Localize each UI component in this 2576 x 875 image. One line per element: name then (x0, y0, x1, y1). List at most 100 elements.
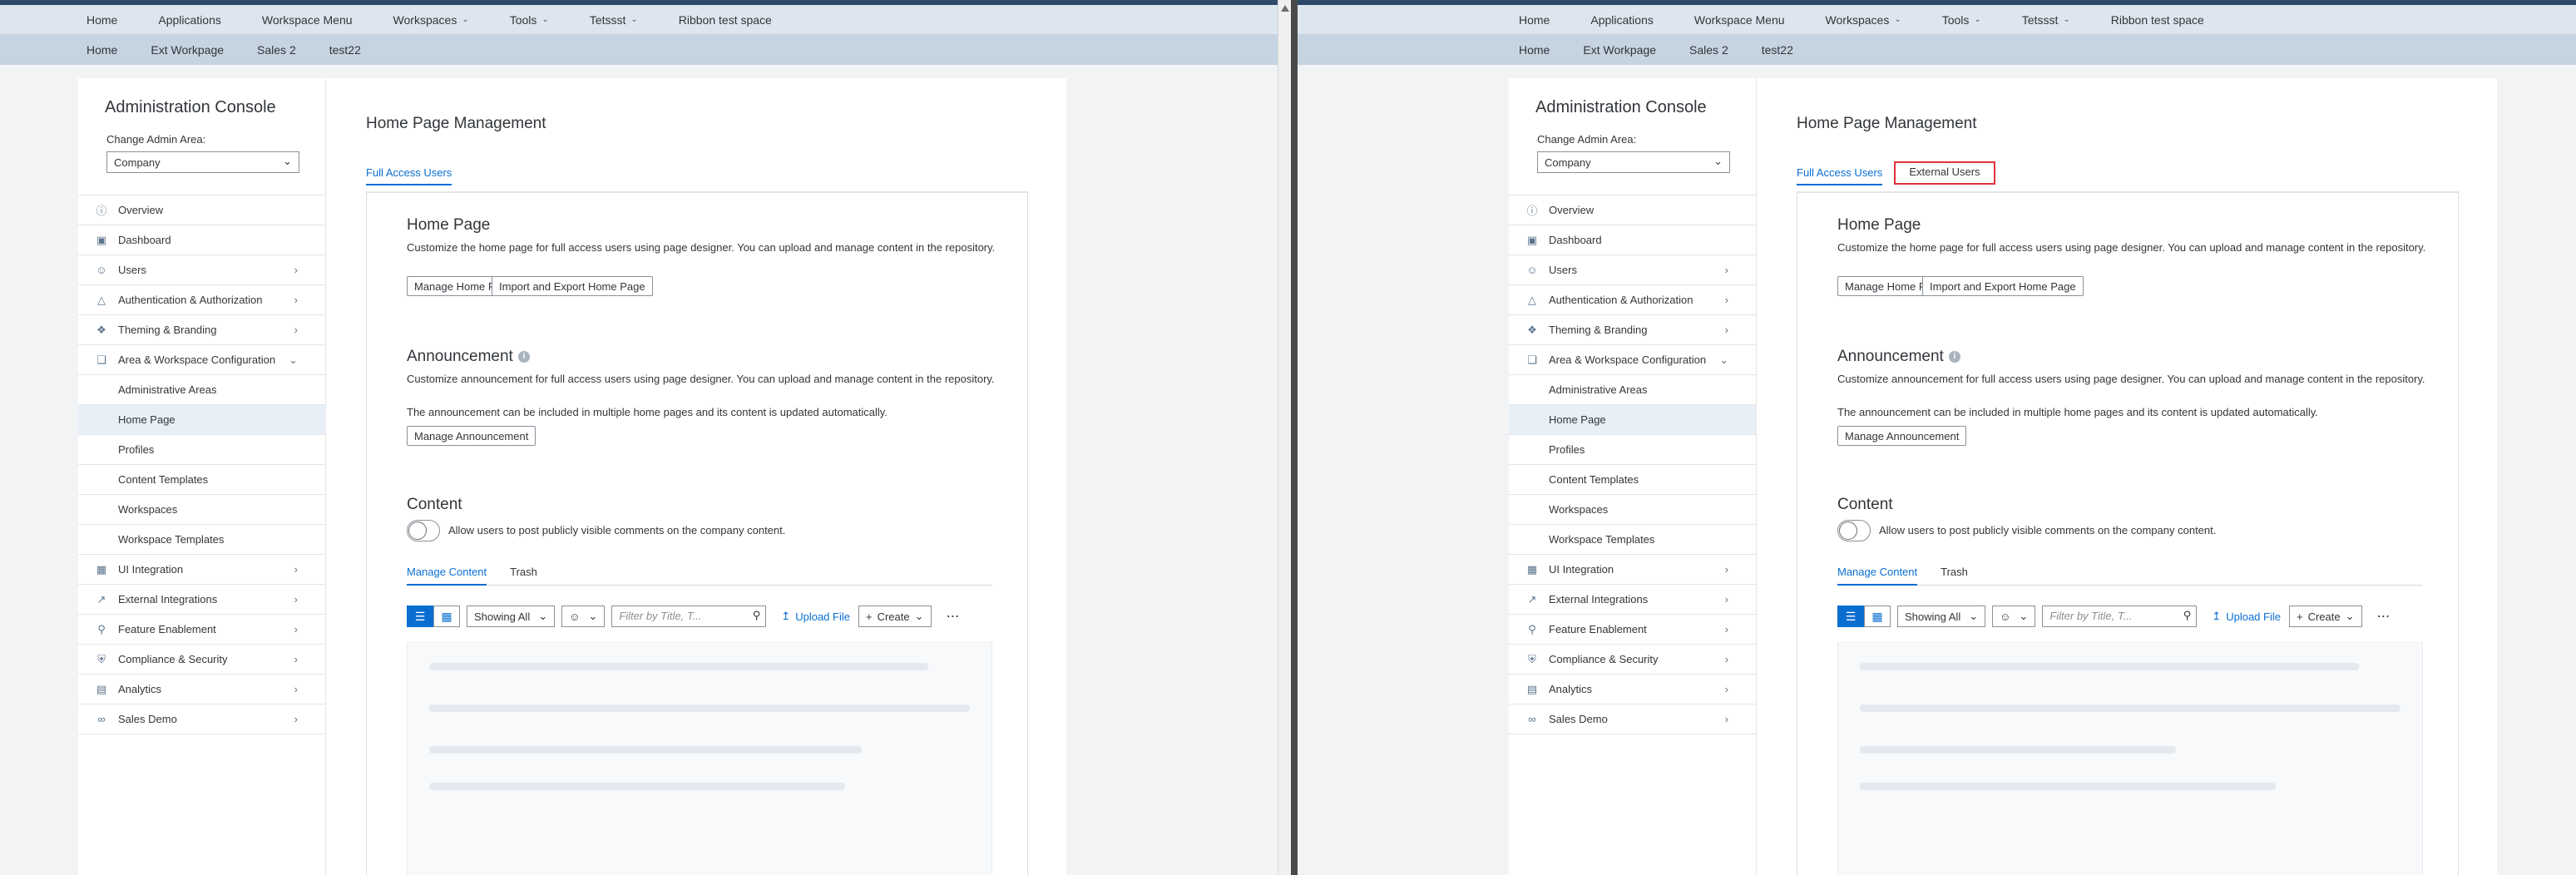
tab-external-users[interactable]: External Users (1894, 161, 1995, 185)
nav-tools[interactable]: Tools ⌄ (1942, 13, 1981, 27)
nav2-ext-workpage[interactable]: Ext Workpage (1583, 43, 1656, 57)
user-filter-select[interactable]: ☺ ⌄ (1992, 606, 2036, 627)
nav-applications[interactable]: Applications (1590, 13, 1654, 27)
manage-announcement-button[interactable]: Manage Announcement (407, 426, 536, 446)
vertical-scrollbar[interactable] (1278, 0, 1291, 875)
top-navigation: Home Applications Workspace Menu Workspa… (1298, 5, 2576, 35)
create-button[interactable]: + Create ⌄ (858, 606, 932, 627)
nav-workspaces[interactable]: Workspaces ⌄ (393, 13, 469, 27)
tab-manage-content[interactable]: Manage Content (407, 562, 487, 586)
import-export-home-page-button[interactable]: Import and Export Home Page (1922, 276, 2084, 296)
sidebar-item-home-page[interactable]: Home Page (1509, 405, 1757, 435)
sidebar-item-theming[interactable]: ❖ Theming & Branding › (78, 315, 326, 345)
sidebar-item-feature-enablement[interactable]: ⚲ Feature Enablement › (1509, 615, 1757, 645)
sidebar-item-workspaces[interactable]: Workspaces (1509, 495, 1757, 525)
nav-tetssst[interactable]: Tetssst ⌄ (2022, 13, 2070, 27)
sidebar-item-users[interactable]: ☺ Users › (1509, 255, 1757, 285)
admin-area-select[interactable]: Company ⌄ (106, 151, 299, 173)
chevron-right-icon: › (294, 653, 298, 665)
grid-view-icon[interactable]: ▦ (433, 606, 460, 627)
user-filter-select[interactable]: ☺ ⌄ (561, 606, 606, 627)
info-icon[interactable]: i (1948, 350, 1960, 363)
import-export-home-page-button[interactable]: Import and Export Home Page (492, 276, 653, 296)
grid-view-icon[interactable]: ▦ (1864, 606, 1891, 627)
sidebar-item-feature-enablement[interactable]: ⚲ Feature Enablement › (78, 615, 326, 645)
sidebar-item-workspace-templates[interactable]: Workspace Templates (78, 525, 326, 555)
info-icon[interactable]: i (517, 350, 530, 363)
sidebar-item-dashboard[interactable]: ▣ Dashboard (78, 225, 326, 255)
tab-full-access-users[interactable]: Full Access Users (366, 165, 452, 185)
sidebar-item-sales-demo[interactable]: ∞ Sales Demo › (1509, 704, 1757, 734)
sidebar-item-content-templates[interactable]: Content Templates (78, 465, 326, 495)
nav-home[interactable]: Home (1519, 13, 1550, 27)
more-options-icon[interactable]: ⋯ (947, 608, 961, 625)
sidebar-item-analytics[interactable]: ▤ Analytics › (1509, 675, 1757, 704)
tab-trash[interactable]: Trash (510, 562, 537, 586)
sidebar-item-area-workspace-config[interactable]: ❏ Area & Workspace Configuration ⌄ (78, 345, 326, 375)
sidebar-item-area-workspace-config[interactable]: ❏ Area & Workspace Configuration ⌄ (1509, 345, 1757, 375)
nav2-test22[interactable]: test22 (1762, 43, 1793, 57)
sidebar-item-content-templates[interactable]: Content Templates (1509, 465, 1757, 495)
list-view-icon[interactable]: ☰ (407, 606, 433, 627)
nav2-ext-workpage[interactable]: Ext Workpage (151, 43, 224, 57)
nav-ribbon-test-space[interactable]: Ribbon test space (2111, 13, 2204, 27)
sidebar-item-authentication[interactable]: △ Authentication & Authorization › (1509, 285, 1757, 315)
sidebar-item-sales-demo[interactable]: ∞ Sales Demo › (78, 704, 326, 734)
manage-announcement-button[interactable]: Manage Announcement (1837, 426, 1967, 446)
nav2-sales-2[interactable]: Sales 2 (257, 43, 296, 57)
nav-workspace-menu[interactable]: Workspace Menu (262, 13, 353, 27)
public-comments-toggle[interactable] (1837, 520, 1871, 541)
sidebar-item-workspace-templates[interactable]: Workspace Templates (1509, 525, 1757, 555)
nav-home[interactable]: Home (87, 13, 117, 27)
public-comments-toggle[interactable] (407, 520, 440, 541)
sidebar-item-profiles[interactable]: Profiles (78, 435, 326, 465)
sidebar-item-overview[interactable]: ⓘ Overview (1509, 195, 1757, 225)
create-button[interactable]: + Create ⌄ (2288, 606, 2362, 627)
sidebar-item-workspaces[interactable]: Workspaces (78, 495, 326, 525)
ui-icon: ▦ (96, 562, 107, 576)
nav-ribbon-test-space[interactable]: Ribbon test space (679, 13, 772, 27)
nav-applications[interactable]: Applications (158, 13, 221, 27)
tab-full-access-users[interactable]: Full Access Users (1797, 165, 1883, 185)
nav-tetssst[interactable]: Tetssst ⌄ (590, 13, 638, 27)
sidebar-item-dashboard[interactable]: ▣ Dashboard (1509, 225, 1757, 255)
nav-workspace-menu[interactable]: Workspace Menu (1694, 13, 1785, 27)
sidebar-item-analytics[interactable]: ▤ Analytics › (78, 675, 326, 704)
nav2-home[interactable]: Home (87, 43, 117, 57)
showing-filter-select[interactable]: Showing All ⌄ (467, 606, 556, 627)
sidebar-item-ui-integration[interactable]: ▦ UI Integration › (1509, 555, 1757, 585)
nav2-sales-2[interactable]: Sales 2 (1689, 43, 1728, 57)
sidebar-item-administrative-areas[interactable]: Administrative Areas (78, 375, 326, 405)
chevron-right-icon: › (1724, 713, 1728, 725)
sidebar-item-theming[interactable]: ❖ Theming & Branding › (1509, 315, 1757, 345)
glasses-icon: ∞ (1528, 713, 1536, 725)
list-view-icon[interactable]: ☰ (1837, 606, 1864, 627)
nav2-home[interactable]: Home (1519, 43, 1550, 57)
sidebar-item-compliance-security[interactable]: ⛨ Compliance & Security › (1509, 645, 1757, 675)
scroll-up-arrow-icon[interactable] (1281, 5, 1289, 12)
nav2-test22[interactable]: test22 (329, 43, 361, 57)
admin-area-select[interactable]: Company ⌄ (1537, 151, 1730, 173)
tab-trash[interactable]: Trash (1941, 562, 1968, 586)
tab-manage-content[interactable]: Manage Content (1837, 562, 1918, 586)
warning-icon: △ (1528, 293, 1536, 306)
filter-search-input[interactable]: Filter by Title, T... ⚲ (611, 606, 767, 627)
sidebar-item-users[interactable]: ☺ Users › (78, 255, 326, 285)
showing-filter-select[interactable]: Showing All ⌄ (1897, 606, 1986, 627)
sidebar-item-compliance-security[interactable]: ⛨ Compliance & Security › (78, 645, 326, 675)
nav-workspaces[interactable]: Workspaces ⌄ (1826, 13, 1901, 27)
upload-file-button[interactable]: ↥ Upload File (2212, 610, 2281, 623)
sidebar-item-administrative-areas[interactable]: Administrative Areas (1509, 375, 1757, 405)
sidebar-item-overview[interactable]: ⓘ Overview (78, 195, 326, 225)
sidebar-item-home-page[interactable]: Home Page (78, 405, 326, 435)
sidebar-item-authentication[interactable]: △ Authentication & Authorization › (78, 285, 326, 315)
upload-file-button[interactable]: ↥ Upload File (781, 610, 850, 623)
sidebar-item-external-integrations[interactable]: ↗ External Integrations › (78, 585, 326, 615)
filter-search-input[interactable]: Filter by Title, T... ⚲ (2042, 606, 2198, 627)
sidebar-item-external-integrations[interactable]: ↗ External Integrations › (1509, 585, 1757, 615)
chevron-down-icon: ⌄ (588, 610, 598, 622)
more-options-icon[interactable]: ⋯ (2377, 608, 2391, 625)
sidebar-item-ui-integration[interactable]: ▦ UI Integration › (78, 555, 326, 585)
sidebar-item-profiles[interactable]: Profiles (1509, 435, 1757, 465)
nav-tools[interactable]: Tools ⌄ (510, 13, 549, 27)
